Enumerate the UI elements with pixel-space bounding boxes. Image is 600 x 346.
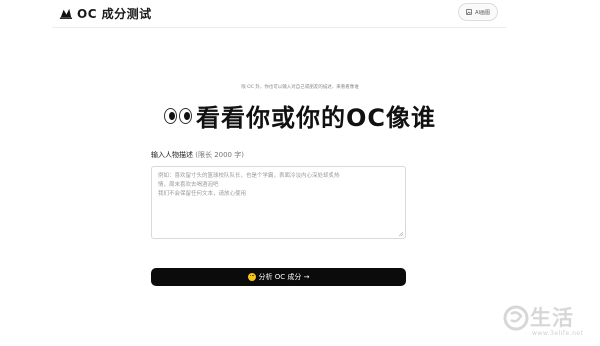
smiley-icon — [247, 273, 256, 281]
watermark-logo-icon — [503, 305, 529, 331]
eyes-icon — [163, 107, 192, 124]
analyze-button[interactable]: 分析 OC 成分 → — [151, 268, 406, 286]
page-title: 看看你或你的OC像谁 — [195, 104, 436, 132]
top-bar: OC 成分测试 AI画图 — [52, 0, 506, 28]
resize-handle-icon[interactable] — [398, 231, 404, 237]
watermark-text: 生活 — [530, 306, 574, 330]
description-label: 输入人物描述 (限长 2000 字) — [151, 150, 244, 160]
brain-icon — [59, 8, 73, 19]
description-label-text: 输入人物描述 — [151, 151, 193, 159]
image-icon — [466, 9, 472, 15]
notice-text: 限 OC 卦，你也可以输入对自己或朋友的描述，来看看像谁 — [241, 85, 359, 90]
privacy-note: 我们不会保留任何文本，请放心使用 — [158, 191, 247, 197]
length-hint: (限长 2000 字) — [195, 151, 244, 159]
description-input[interactable]: 例如：喜欢留寸头的篮球校队队长，也是个学霸，表面冷淡内心深处却炙热 情，周末喜欢… — [151, 166, 406, 239]
app-logo[interactable]: OC 成分测试 — [58, 4, 152, 22]
analyze-button-label: 分析 OC 成分 → — [258, 273, 310, 281]
ai-draw-button[interactable]: AI画图 — [458, 3, 498, 21]
watermark-url: www.3elife.net — [532, 330, 584, 337]
app-title: OC 成分测试 — [77, 6, 152, 21]
ai-draw-label: AI画图 — [475, 9, 490, 16]
placeholder-line: 例如：喜欢留寸头的篮球校队队长，也是个学霸，表面冷淡内心深处却炙热 — [158, 173, 340, 179]
placeholder-line: 情，周末喜欢去喝酒泡吧 — [158, 182, 219, 188]
site-watermark: 生活 www.3elife.net — [500, 300, 596, 340]
hero-heading: 看看你或你的OC像谁 — [0, 98, 600, 133]
